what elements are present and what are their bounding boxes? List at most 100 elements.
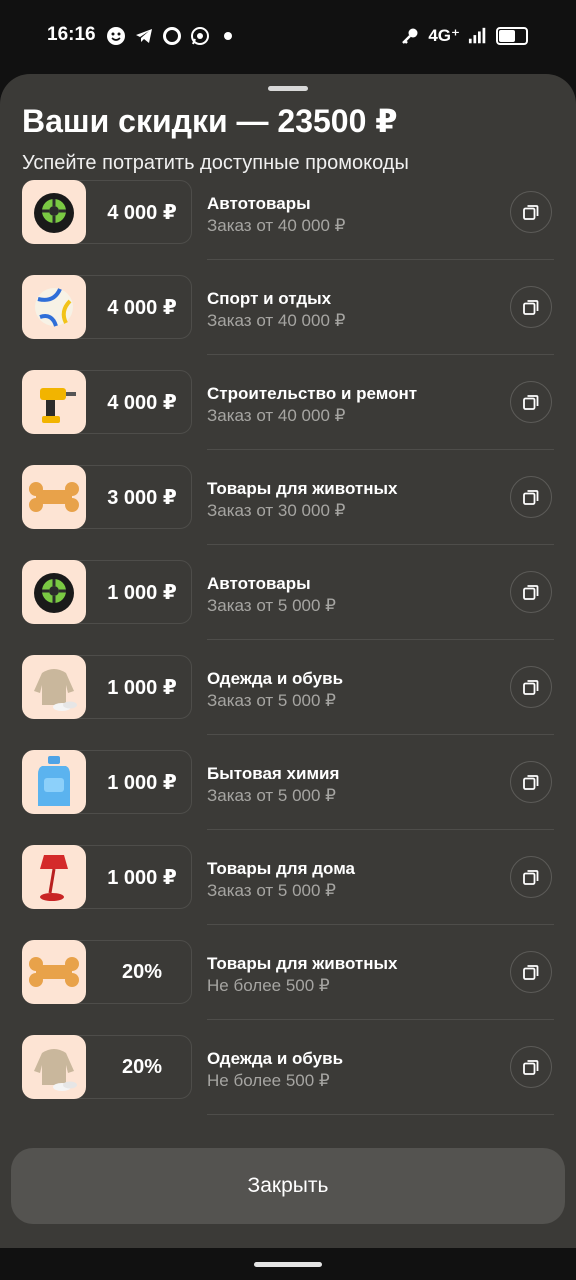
- volleyball-icon: [35, 288, 73, 327]
- row-divider: [207, 449, 554, 450]
- copy-promo-button[interactable]: [510, 1046, 552, 1088]
- row-divider: [207, 639, 554, 640]
- bone-icon: [29, 482, 79, 512]
- promo-category: Автотовары: [207, 194, 311, 213]
- copy-icon: [523, 870, 539, 885]
- bone-icon: [29, 957, 79, 987]
- product-thumbnail: [22, 180, 86, 244]
- row-divider: [207, 829, 554, 830]
- promo-category: Автотовары: [207, 574, 311, 593]
- promo-item-6[interactable]: 1 000 ₽ Одежда и обувь Заказ от 5 000 ₽: [0, 655, 576, 750]
- promo-condition: Заказ от 40 000 ₽: [207, 311, 346, 330]
- close-button[interactable]: Закрыть: [11, 1148, 565, 1224]
- promo-item-5[interactable]: 1 000 ₽ Автотовары Заказ от 5 000 ₽: [0, 560, 576, 655]
- promo-category: Товары для животных: [207, 954, 398, 973]
- product-thumbnail: [22, 560, 86, 624]
- promo-item-8[interactable]: 1 000 ₽ Товары для дома Заказ от 5 000 ₽: [0, 845, 576, 940]
- notification-icons: [106, 26, 232, 46]
- product-thumbnail: [22, 275, 86, 339]
- copy-promo-button[interactable]: [510, 571, 552, 613]
- row-divider: [207, 734, 554, 735]
- key-icon: [400, 26, 420, 46]
- lamp-icon: [40, 855, 68, 901]
- promo-condition: Заказ от 5 000 ₽: [207, 596, 336, 615]
- copy-promo-button[interactable]: [510, 191, 552, 233]
- product-thumbnail: [22, 465, 86, 529]
- product-thumbnail: [22, 940, 86, 1004]
- promo-amount: 4 000 ₽: [107, 201, 177, 224]
- hoodie-icon: [34, 669, 77, 711]
- promo-condition: Заказ от 5 000 ₽: [207, 786, 336, 805]
- promo-amount: 3 000 ₽: [107, 486, 177, 509]
- battery-icon: [496, 27, 528, 45]
- sheet-grabber[interactable]: [268, 86, 308, 91]
- tire-icon: [34, 573, 74, 613]
- promo-condition: Заказ от 5 000 ₽: [207, 881, 336, 900]
- promo-amount: 1 000 ₽: [107, 866, 177, 889]
- copy-promo-button[interactable]: [510, 286, 552, 328]
- product-thumbnail: [22, 845, 86, 909]
- copy-icon: [523, 205, 539, 220]
- whatsapp-icon: [190, 26, 210, 46]
- promo-category: Спорт и отдых: [207, 289, 332, 308]
- row-divider: [207, 1019, 554, 1020]
- promo-item-3[interactable]: 4 000 ₽ Строительство и ремонт Заказ от …: [0, 370, 576, 465]
- copy-promo-button[interactable]: [510, 476, 552, 518]
- copy-icon: [523, 775, 539, 790]
- promo-category: Товары для дома: [207, 859, 355, 878]
- row-divider: [207, 259, 554, 260]
- copy-promo-button[interactable]: [510, 381, 552, 423]
- promo-item-10[interactable]: 20% Одежда и обувь Не более 500 ₽: [0, 1035, 576, 1130]
- signal-icon: [468, 26, 488, 46]
- promo-category: Строительство и ремонт: [207, 384, 418, 403]
- promo-category: Одежда и обувь: [207, 669, 344, 688]
- product-thumbnail: [22, 370, 86, 434]
- status-bar: 16:16 4G⁺: [0, 0, 576, 74]
- row-divider: [207, 924, 554, 925]
- chat-bubble-icon: [162, 26, 182, 46]
- promo-condition: Заказ от 5 000 ₽: [207, 691, 336, 710]
- copy-promo-button[interactable]: [510, 856, 552, 898]
- promo-condition: Не более 500 ₽: [207, 976, 330, 995]
- promo-category: Товары для животных: [207, 479, 398, 498]
- copy-promo-button[interactable]: [510, 951, 552, 993]
- copy-promo-button[interactable]: [510, 761, 552, 803]
- promo-amount: 20%: [121, 960, 163, 983]
- promo-item-1[interactable]: 4 000 ₽ Автотовары Заказ от 40 000 ₽: [0, 180, 576, 275]
- copy-icon: [523, 490, 539, 505]
- promo-amount: 4 000 ₽: [107, 391, 177, 414]
- promo-amount: 4 000 ₽: [107, 296, 177, 319]
- product-thumbnail: [22, 655, 86, 719]
- promo-item-7[interactable]: 1 000 ₽ Бытовая химия Заказ от 5 000 ₽: [0, 750, 576, 845]
- row-divider: [207, 1114, 554, 1115]
- promo-condition: Заказ от 30 000 ₽: [207, 501, 346, 520]
- row-divider: [207, 354, 554, 355]
- more-notifications-dot: [224, 32, 232, 40]
- smiley-app-icon: [106, 26, 126, 46]
- promo-item-2[interactable]: 4 000 ₽ Спорт и отдых Заказ от 40 000 ₽: [0, 275, 576, 370]
- copy-icon: [523, 395, 539, 410]
- drill-icon: [40, 388, 76, 423]
- tire-icon: [34, 193, 74, 233]
- promo-item-9[interactable]: 20% Товары для животных Не более 500 ₽: [0, 940, 576, 1035]
- discounts-sheet: Ваши скидки — 23500 ₽ Успейте потратить …: [0, 74, 576, 1248]
- status-time: 16:16: [47, 24, 96, 45]
- home-indicator[interactable]: [254, 1262, 322, 1267]
- promo-condition: Заказ от 40 000 ₽: [207, 406, 346, 425]
- system-status: 4G⁺: [400, 26, 528, 46]
- copy-icon: [523, 300, 539, 315]
- product-thumbnail: [22, 750, 86, 814]
- copy-icon: [523, 585, 539, 600]
- hoodie-icon: [34, 1049, 77, 1091]
- row-divider: [207, 544, 554, 545]
- detergent-icon: [38, 756, 70, 806]
- promo-condition: Не более 500 ₽: [207, 1071, 330, 1090]
- promo-item-4[interactable]: 3 000 ₽ Товары для животных Заказ от 30 …: [0, 465, 576, 560]
- promo-category: Одежда и обувь: [207, 1049, 344, 1068]
- copy-icon: [523, 680, 539, 695]
- promo-category: Бытовая химия: [207, 764, 340, 783]
- copy-icon: [523, 1060, 539, 1075]
- promo-condition: Заказ от 40 000 ₽: [207, 216, 346, 235]
- copy-promo-button[interactable]: [510, 666, 552, 708]
- promo-amount: 1 000 ₽: [107, 676, 177, 699]
